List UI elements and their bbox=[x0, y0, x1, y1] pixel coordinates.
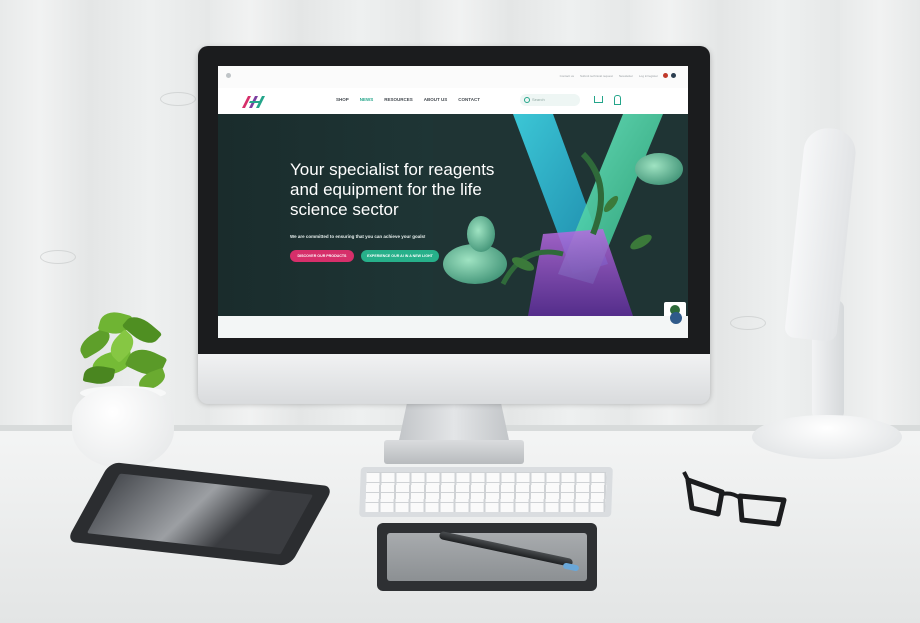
hero-subtitle: We are committed to ensuring that you ca… bbox=[290, 234, 426, 239]
eyeglasses bbox=[682, 471, 787, 527]
desk-lamp-base bbox=[752, 415, 902, 459]
desk-scene: Contact us Submit technical request News… bbox=[0, 0, 920, 623]
topbar-link-contact[interactable]: Contact us bbox=[560, 74, 574, 78]
below-fold-strip bbox=[218, 316, 688, 338]
cart-icon[interactable] bbox=[594, 96, 603, 103]
search-icon bbox=[524, 97, 530, 103]
logo-icon[interactable] bbox=[240, 93, 270, 109]
website-topbar: Contact us Submit technical request News… bbox=[218, 66, 688, 89]
language-flag-icon[interactable] bbox=[663, 73, 668, 78]
website-navbar: SHOP NEWS RESOURCES ABOUT US CONTACT Sea… bbox=[218, 88, 688, 115]
experience-ai-button[interactable]: EXPERIENCE OUR AI IN A NEW LIGHT bbox=[361, 250, 439, 262]
hero-banner: Your specialist for reagents and equipme… bbox=[218, 114, 688, 316]
topbar-links: Contact us Submit technical request News… bbox=[560, 74, 658, 78]
monitor-stand bbox=[398, 403, 510, 445]
keyboard bbox=[359, 467, 613, 517]
nav-item-news[interactable]: NEWS bbox=[360, 97, 374, 102]
user-icon[interactable] bbox=[614, 95, 621, 105]
monitor-screen: Contact us Submit technical request News… bbox=[218, 66, 688, 338]
nav-item-shop[interactable]: SHOP bbox=[336, 97, 349, 102]
nav-item-about[interactable]: ABOUT US bbox=[424, 97, 448, 102]
chat-icon[interactable] bbox=[670, 312, 682, 324]
topbar-link-newsletter[interactable]: Newsletter bbox=[619, 74, 633, 78]
nav-item-resources[interactable]: RESOURCES bbox=[384, 97, 413, 102]
topbar-link-technical-request[interactable]: Submit technical request bbox=[580, 74, 613, 78]
discover-products-button[interactable]: DISCOVER OUR PRODUCTS bbox=[290, 250, 354, 262]
hero-title: Your specialist for reagents and equipme… bbox=[290, 160, 495, 219]
monitor-chin bbox=[198, 354, 710, 404]
monitor-stand-foot bbox=[384, 440, 524, 464]
nav-item-contact[interactable]: CONTACT bbox=[458, 97, 480, 102]
topbar-link-login[interactable]: Log in/register bbox=[639, 74, 658, 78]
main-nav: SHOP NEWS RESOURCES ABOUT US CONTACT bbox=[336, 97, 480, 102]
search-placeholder: Search bbox=[532, 97, 545, 102]
language-flag-icon[interactable] bbox=[671, 73, 676, 78]
brand-mark-icon bbox=[226, 73, 231, 78]
search-input[interactable]: Search bbox=[520, 94, 580, 106]
